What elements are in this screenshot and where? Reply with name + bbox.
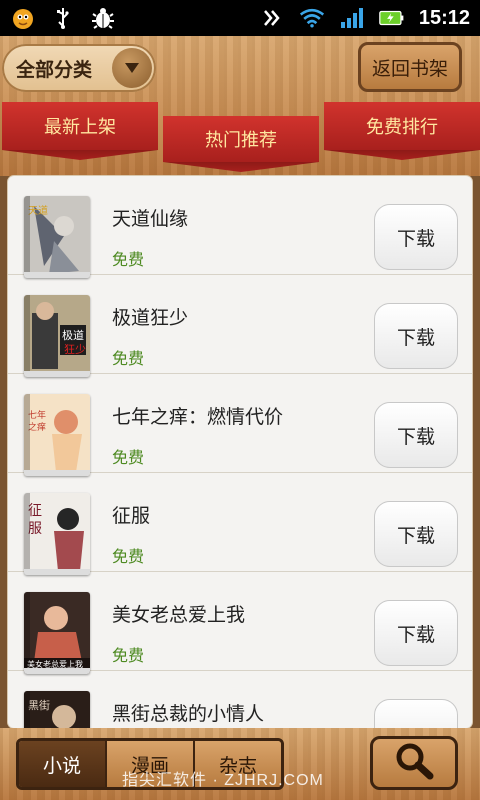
category-tabs: 最新上架 热门推荐 免费排行 [0, 102, 480, 176]
svg-text:服: 服 [28, 521, 42, 537]
list-item[interactable]: 天道 天道仙缘 免费 下载 [8, 176, 472, 278]
sync-icon [259, 5, 285, 31]
bug-icon [90, 5, 116, 31]
list-item[interactable]: 七年 之痒 七年之痒：燃情代价 免费 下载 [8, 374, 472, 476]
download-button[interactable]: 下载 [374, 600, 458, 666]
back-to-bookshelf-button[interactable]: 返回书架 [358, 42, 462, 92]
book-cover: 极道 狂少 [24, 295, 90, 377]
book-price: 免费 [112, 250, 145, 269]
svg-text:之痒: 之痒 [28, 421, 46, 433]
back-label: 返回书架 [371, 57, 448, 80]
wifi-icon [299, 5, 325, 31]
book-cover: 天道 [24, 196, 90, 278]
svg-text:七年: 七年 [28, 409, 46, 421]
book-price: 免费 [112, 349, 145, 368]
book-cover: 七年 之痒 [24, 394, 90, 476]
download-button[interactable]: 下载 [374, 303, 458, 369]
watermark: 指尖汇软件 · ZJHRJ.COM [122, 772, 324, 789]
tab-free-ranking[interactable]: 免费排行 [324, 102, 480, 150]
svg-text:狂少: 狂少 [64, 343, 86, 356]
svg-text:黑街: 黑街 [28, 698, 50, 712]
list-item[interactable]: 美女老总爱上我 美女老总爱上我 免费 下载 [8, 572, 472, 674]
signal-icon [339, 5, 365, 31]
book-title: 七年之痒：燃情代价 [112, 406, 284, 428]
category-dropdown[interactable]: 全部分类 [2, 44, 156, 92]
book-title: 美女老总爱上我 [112, 604, 246, 626]
book-title: 黑街总裁的小情人 [112, 703, 265, 725]
book-title: 天道仙缘 [112, 208, 189, 230]
search-icon [392, 741, 436, 785]
book-price: 免费 [112, 646, 145, 665]
tab-novel[interactable]: 小说 [19, 741, 107, 787]
chevron-down-icon [112, 48, 152, 88]
list-item[interactable]: 征服 征服 免费 下载 [8, 473, 472, 575]
tab-label: 最新上架 [44, 117, 116, 138]
tab-label: 免费排行 [366, 117, 438, 138]
book-cover: 美女老总爱上我 [24, 592, 90, 674]
download-button[interactable]: 下载 [374, 204, 458, 270]
svg-text:极道: 极道 [62, 328, 84, 342]
book-title: 极道狂少 [112, 307, 189, 329]
book-list[interactable]: 天道 天道仙缘 免费 下载 极道 狂少 极道狂少 免费 下载 七年 之痒 七年之痒：… [8, 176, 472, 728]
list-item[interactable]: 黑街 黑街总裁的小情人 [8, 671, 472, 728]
book-title: 征服 [112, 505, 151, 527]
download-button[interactable]: 下载 [374, 501, 458, 567]
download-button[interactable]: 下载 [374, 402, 458, 468]
svg-text:天道: 天道 [28, 204, 48, 217]
book-cover: 黑街 [24, 691, 90, 728]
list-item[interactable]: 极道 狂少 极道狂少 免费 下载 [8, 275, 472, 377]
tab-label: 热门推荐 [205, 130, 277, 151]
book-price: 免费 [112, 547, 145, 566]
tab-newest[interactable]: 最新上架 [2, 102, 158, 150]
tab-popular[interactable]: 热门推荐 [163, 116, 319, 162]
download-button[interactable] [374, 699, 458, 728]
battery-icon [379, 5, 405, 31]
bottom-bar: 小说 漫画 杂志 指尖汇软件 · ZJHRJ.COM [0, 728, 480, 800]
category-label: 全部分类 [16, 58, 93, 81]
usb-icon [50, 5, 76, 31]
book-price: 免费 [112, 448, 145, 467]
search-button[interactable] [370, 736, 458, 790]
app-icon [10, 5, 36, 31]
book-cover: 征服 [24, 493, 90, 575]
svg-text:征: 征 [28, 503, 42, 519]
status-bar: 15:12 [0, 0, 480, 36]
status-time: 15:12 [418, 6, 470, 29]
